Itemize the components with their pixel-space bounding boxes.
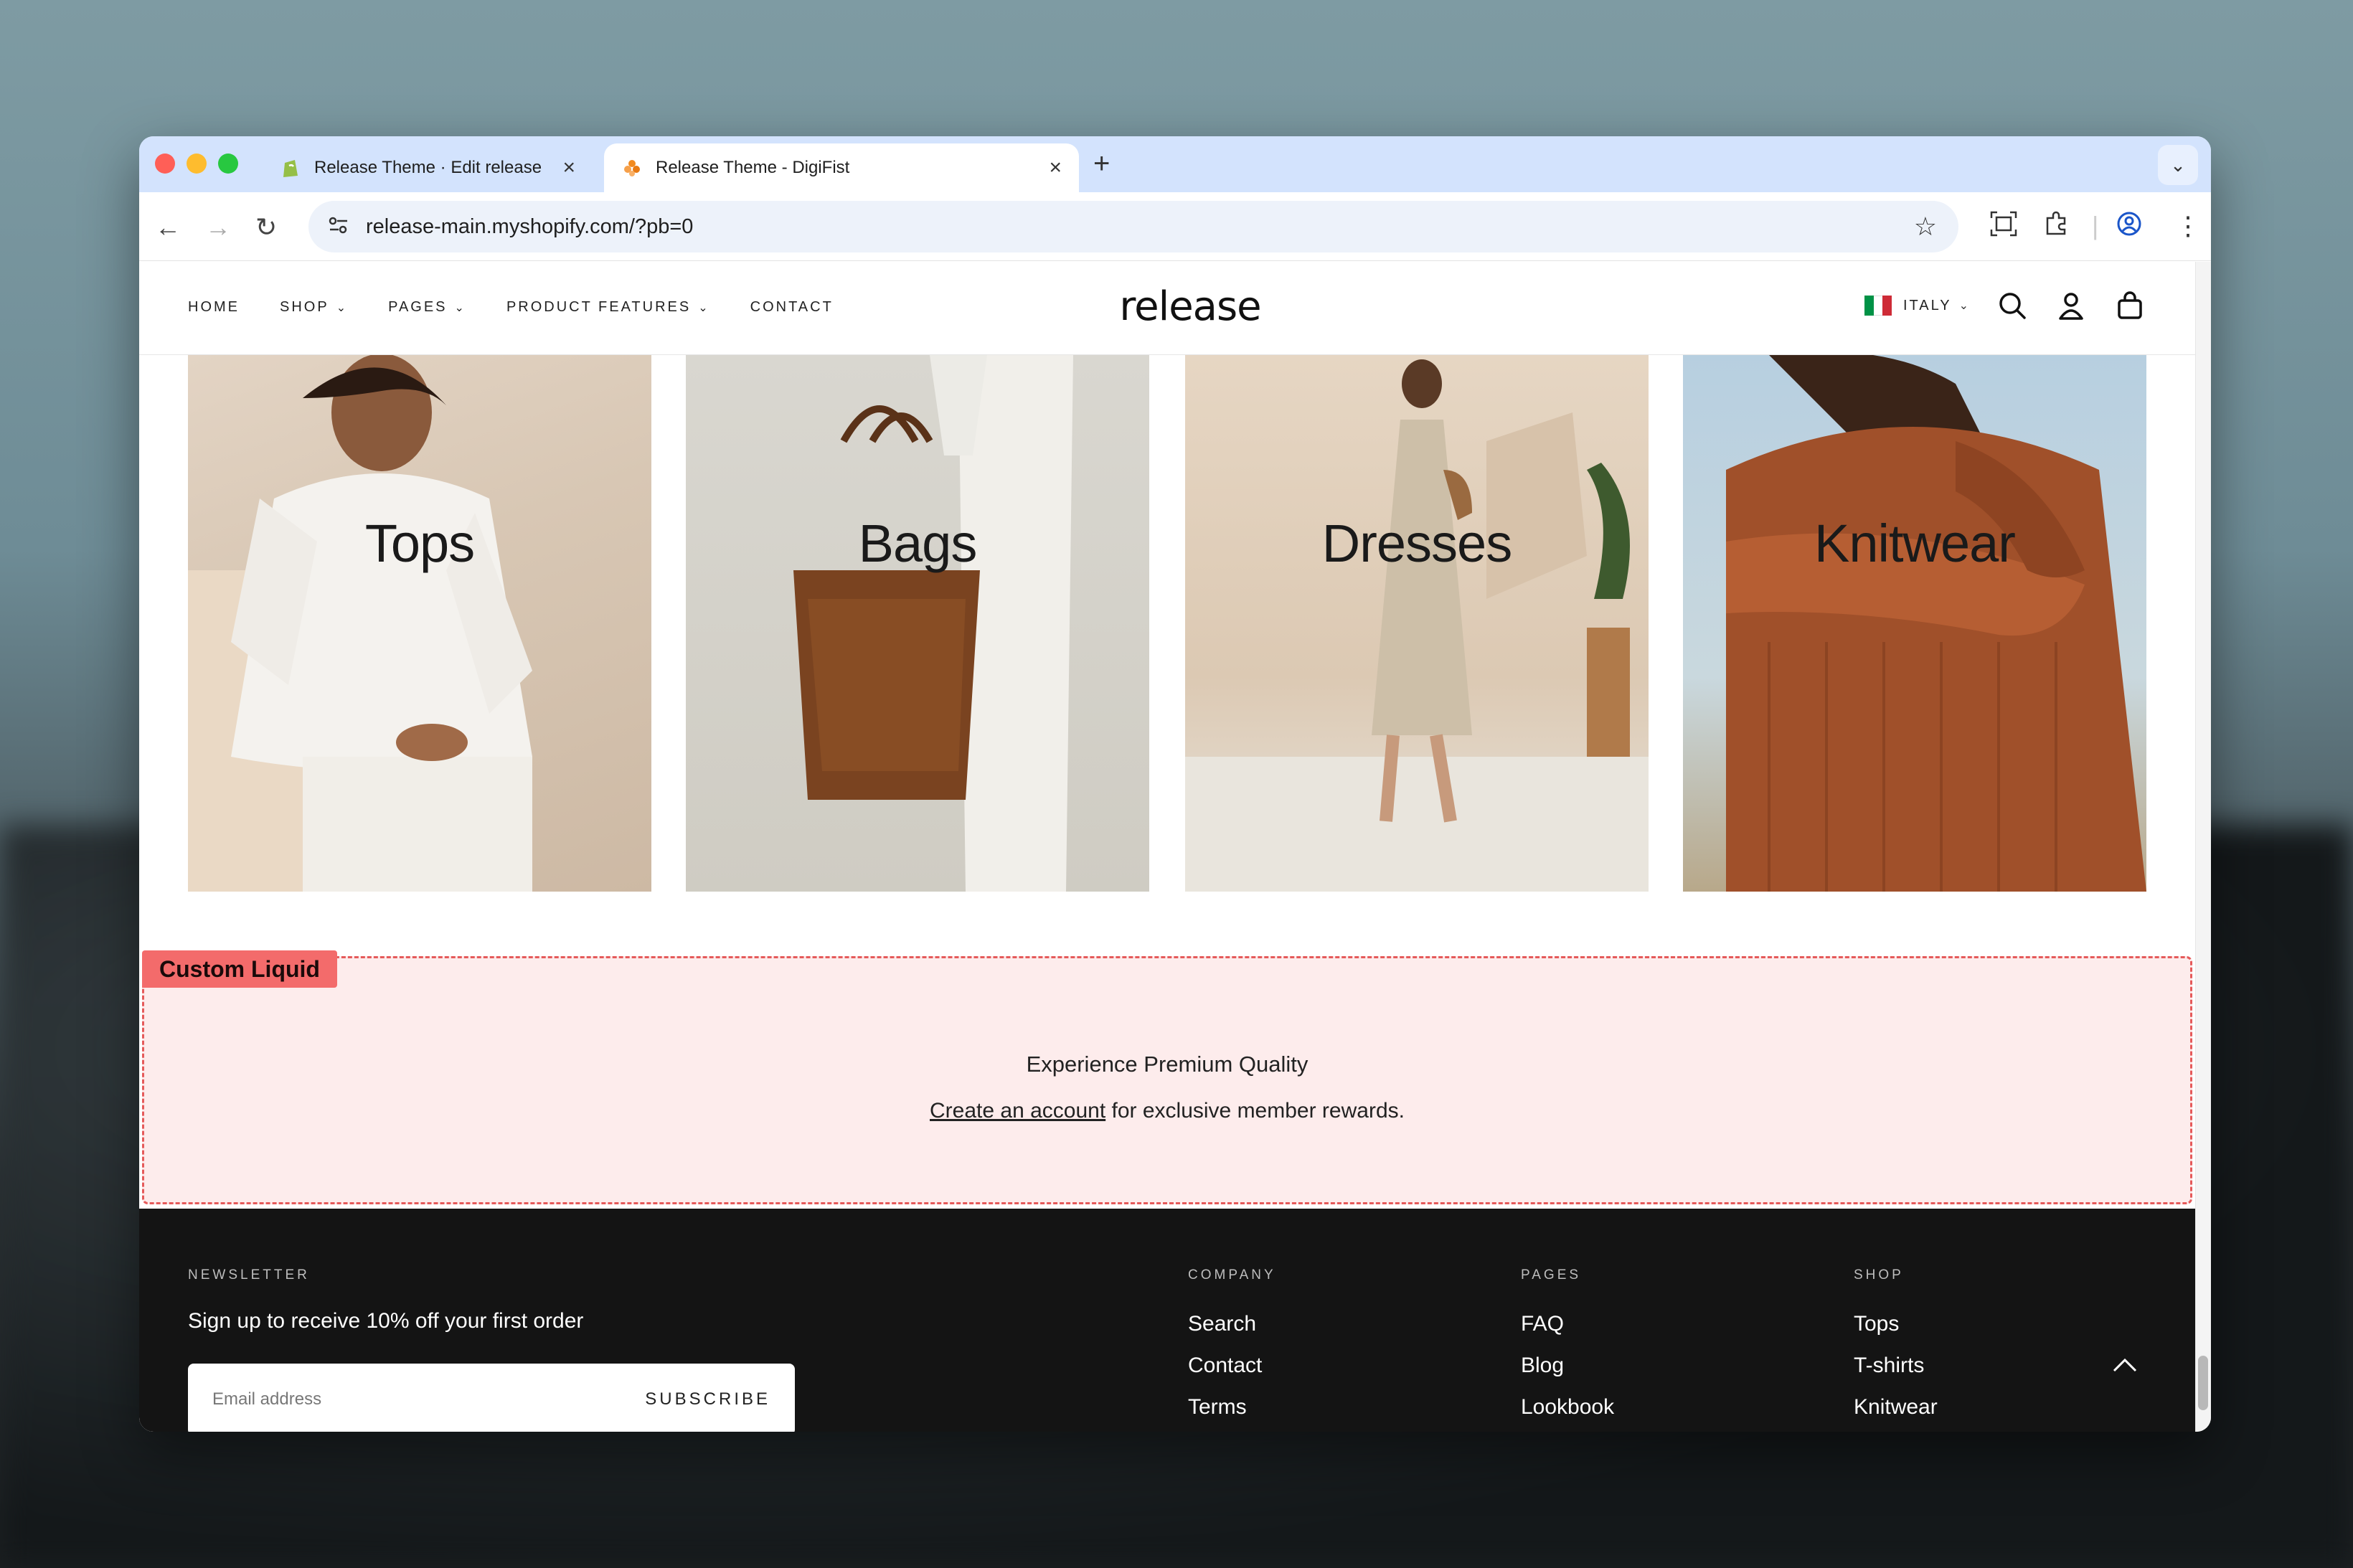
shopify-icon	[280, 157, 301, 179]
close-icon[interactable]: ×	[1049, 156, 1062, 180]
nav-label: PRODUCT FEATURES	[506, 299, 692, 315]
site-settings-icon[interactable]	[327, 215, 350, 239]
nav-label: HOME	[188, 299, 240, 315]
nav-label: CONTACT	[750, 299, 834, 315]
tab-bar: Release Theme · Edit release × Release T…	[139, 136, 2211, 192]
close-window-button[interactable]	[155, 154, 175, 174]
chevron-down-icon: ⌄	[336, 301, 349, 314]
footer-heading-company: COMPANY	[1188, 1267, 1276, 1283]
nav-item-shop[interactable]: SHOP ⌄	[280, 299, 348, 316]
tab-edit-release[interactable]: Release Theme · Edit release ×	[263, 143, 593, 192]
address-bar[interactable]: release-main.myshopify.com/?pb=0 ☆	[308, 201, 1958, 252]
footer-link-terms[interactable]: Terms	[1188, 1395, 1262, 1432]
country-selector[interactable]: ITALY	[1903, 298, 1952, 314]
cart-icon[interactable]	[2115, 291, 2145, 321]
scroll-to-top-chevron-up-icon[interactable]	[2112, 1349, 2138, 1380]
forward-icon[interactable]: →	[205, 212, 231, 242]
digifist-icon	[621, 157, 643, 179]
scrollbar-thumb[interactable]	[2198, 1356, 2208, 1410]
dresses-image	[1185, 359, 1649, 892]
close-icon[interactable]: ×	[562, 156, 575, 180]
chevron-down-icon: ⌄	[454, 301, 466, 314]
web-page: HOME SHOP ⌄ PAGES ⌄ PRODUCT FEATURES ⌄ CONT…	[139, 262, 2195, 1432]
minimize-window-button[interactable]	[187, 154, 207, 174]
footer-column-company: Search Contact Terms	[1188, 1312, 1262, 1432]
subscribe-button[interactable]: SUBSCRIBE	[645, 1389, 770, 1409]
liquid-rest-text: for exclusive member rewards.	[1105, 1099, 1405, 1123]
search-icon[interactable]	[1997, 291, 2027, 321]
liquid-heading: Experience Premium Quality	[1026, 1052, 1308, 1077]
tab-digifist[interactable]: Release Theme - DigiFist ×	[604, 143, 1079, 192]
footer-link-tshirts[interactable]: T-shirts	[1854, 1354, 1938, 1395]
bookmark-star-icon[interactable]: ☆	[1914, 212, 1937, 242]
collection-card-dresses[interactable]: Dresses	[1185, 355, 1649, 892]
footer-link-knitwear[interactable]: Knitwear	[1854, 1395, 1938, 1432]
footer-heading-pages: PAGES	[1521, 1267, 1582, 1283]
site-header: HOME SHOP ⌄ PAGES ⌄ PRODUCT FEATURES ⌄ CONT…	[139, 262, 2195, 355]
page-scrollbar[interactable]	[2195, 262, 2211, 1432]
browser-toolbar: ← → ↻ release-main.myshopify.com/?pb=0 ☆…	[139, 192, 2211, 261]
profile-icon[interactable]	[2116, 211, 2142, 243]
footer-column-pages: FAQ Blog Lookbook	[1521, 1312, 1614, 1432]
main-nav: HOME SHOP ⌄ PAGES ⌄ PRODUCT FEATURES ⌄ CONT…	[188, 299, 874, 316]
collection-card-knitwear[interactable]: Knitwear	[1683, 355, 2146, 892]
footer-link-contact[interactable]: Contact	[1188, 1354, 1262, 1395]
extensions-icon[interactable]	[2043, 211, 2069, 243]
liquid-text: Create an account for exclusive member r…	[144, 1099, 2190, 1123]
custom-liquid-tag: Custom Liquid	[142, 950, 337, 988]
nav-item-home[interactable]: HOME	[188, 299, 240, 316]
newsletter-form: SUBSCRIBE	[188, 1364, 795, 1432]
toolbar-divider: |	[2092, 211, 2099, 240]
back-icon[interactable]: ←	[155, 212, 181, 242]
tops-image	[188, 355, 532, 892]
collection-grid: Tops Bags Dresses Knitwear	[188, 355, 2146, 893]
collection-label: Tops	[364, 514, 475, 573]
collection-label: Bags	[858, 514, 978, 573]
custom-liquid-section[interactable]: Experience Premium Quality Create an acc…	[142, 956, 2192, 1204]
site-logo[interactable]: release	[1093, 283, 1287, 330]
site-footer: NEWSLETTER Sign up to receive 10% off yo…	[139, 1209, 2195, 1432]
italy-flag-icon	[1864, 296, 1892, 316]
newsletter-text: Sign up to receive 10% off your first or…	[188, 1309, 584, 1333]
email-input[interactable]	[212, 1389, 571, 1409]
nav-label: PAGES	[388, 299, 448, 315]
tab-search-button[interactable]: ⌄	[2158, 145, 2198, 185]
new-tab-button[interactable]: +	[1093, 148, 1110, 180]
nav-item-contact[interactable]: CONTACT	[750, 299, 834, 316]
chevron-down-icon: ⌄	[698, 301, 710, 314]
screenshot-icon[interactable]	[1990, 211, 2017, 243]
chevron-down-icon: ⌄	[1958, 300, 1968, 312]
collection-label: Dresses	[1321, 514, 1512, 573]
create-account-link[interactable]: Create an account	[930, 1099, 1105, 1123]
footer-heading-shop: SHOP	[1854, 1267, 1904, 1283]
account-icon[interactable]	[2056, 291, 2086, 321]
tab-title: Release Theme · Edit release	[314, 158, 542, 177]
chevron-down-icon: ⌄	[2170, 154, 2186, 176]
reload-icon[interactable]: ↻	[255, 212, 277, 242]
footer-link-blog[interactable]: Blog	[1521, 1354, 1614, 1395]
collection-label: Knitwear	[1814, 514, 2016, 573]
newsletter-heading: NEWSLETTER	[188, 1267, 310, 1283]
menu-dots-icon[interactable]: ⋮	[2175, 211, 2201, 241]
footer-link-tops[interactable]: Tops	[1854, 1312, 1938, 1354]
nav-item-pages[interactable]: PAGES ⌄	[388, 299, 466, 316]
bags-image	[793, 355, 1073, 892]
footer-link-search[interactable]: Search	[1188, 1312, 1262, 1354]
footer-link-faq[interactable]: FAQ	[1521, 1312, 1614, 1354]
knitwear-image	[1726, 355, 2146, 892]
footer-column-shop: Tops T-shirts Knitwear	[1854, 1312, 1938, 1432]
nav-item-product-features[interactable]: PRODUCT FEATURES ⌄	[506, 299, 710, 316]
collection-card-tops[interactable]: Tops	[188, 355, 651, 892]
tab-title: Release Theme - DigiFist	[656, 158, 850, 177]
nav-label: SHOP	[280, 299, 329, 315]
browser-window: Release Theme · Edit release × Release T…	[139, 136, 2211, 1432]
maximize-window-button[interactable]	[218, 154, 238, 174]
url-text: release-main.myshopify.com/?pb=0	[366, 214, 694, 238]
header-actions: ITALY ⌄	[1864, 291, 2145, 321]
collection-card-bags[interactable]: Bags	[686, 355, 1149, 892]
footer-link-lookbook[interactable]: Lookbook	[1521, 1395, 1614, 1432]
